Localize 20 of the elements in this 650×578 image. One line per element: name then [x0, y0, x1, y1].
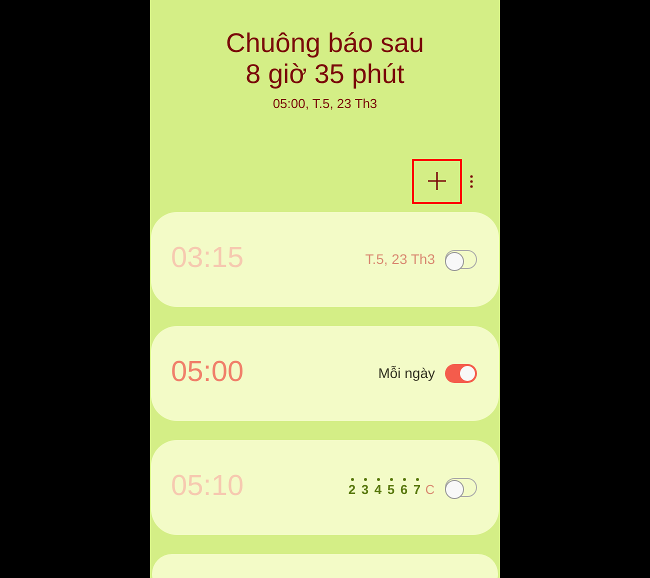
more-icon: [470, 174, 472, 188]
alarm-repeat: Mỗi ngày: [378, 364, 435, 383]
alarm-card[interactable]: 05:00 Mỗi ngày: [151, 326, 499, 420]
toggle-switch[interactable]: [445, 250, 477, 268]
weekday-label: C: [425, 482, 435, 496]
weekday-label: 4: [373, 482, 383, 496]
weekday-label: 2: [347, 482, 357, 496]
next-alarm-time: 05:00, T.5, 23 Th3: [272, 95, 378, 113]
toggle-switch[interactable]: [445, 364, 477, 382]
weekday-label: 3: [360, 482, 370, 496]
plus-icon: [428, 172, 446, 190]
add-button[interactable]: [412, 158, 462, 204]
alarm-time: 05:00: [171, 355, 244, 390]
alarm-date: T.5, 23 Th3: [365, 250, 435, 268]
weekday-label: 5: [386, 482, 396, 496]
countdown-title: 8 giờ 35 phút: [246, 59, 404, 90]
weekday-label: 7: [412, 482, 422, 496]
weekday-label: 6: [399, 482, 409, 496]
countdown-title: Chuông báo sau: [226, 28, 424, 59]
toggle-switch[interactable]: [445, 478, 477, 496]
